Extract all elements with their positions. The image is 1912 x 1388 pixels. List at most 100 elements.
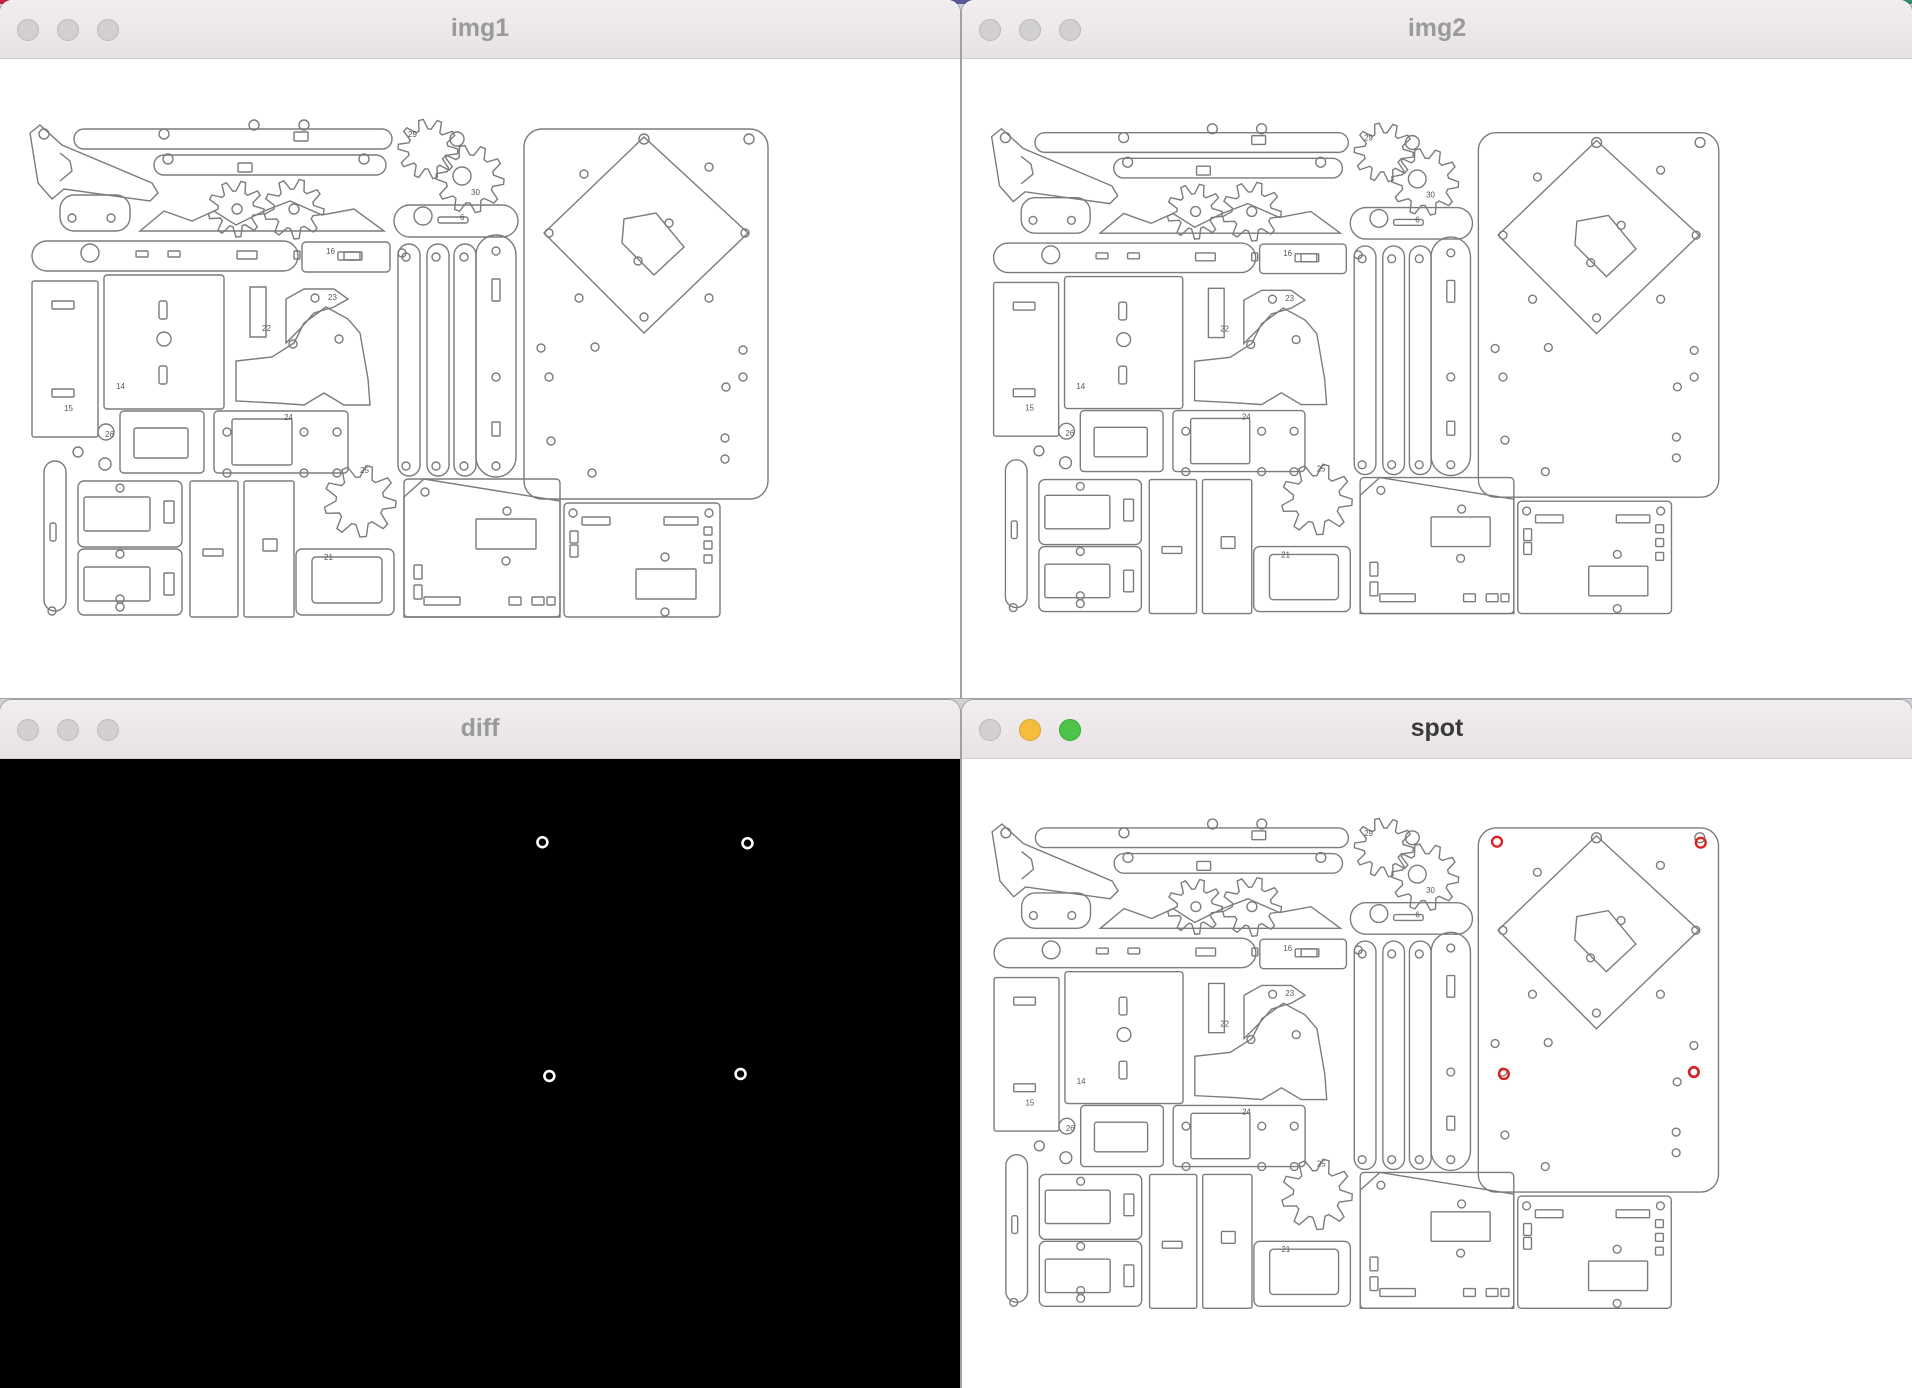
- part-slot: [1195, 165, 1212, 176]
- part-slot: [1013, 1083, 1037, 1093]
- part-slot: [1523, 541, 1533, 556]
- gear-outline: [1353, 122, 1415, 183]
- mount-hole: [1000, 827, 1012, 839]
- part-slot: [1517, 1195, 1672, 1309]
- part-slot: [167, 250, 181, 258]
- part-slot: [546, 596, 556, 606]
- part-slot: [311, 556, 383, 604]
- mount-hole: [720, 433, 730, 443]
- part-slot: [703, 554, 713, 564]
- part-slot: [1038, 478, 1143, 546]
- mount-hole: [420, 487, 430, 497]
- mount-hole: [704, 293, 714, 303]
- part-slot: [1379, 593, 1416, 603]
- window-diff[interactable]: diff: [0, 700, 960, 1388]
- diff-mask: [536, 835, 754, 1083]
- window-spot[interactable]: spot 29 30 6 16 22 23 14 15 24 25 21 26: [962, 700, 1912, 1388]
- titlebar[interactable]: img1: [0, 0, 960, 59]
- part-slot: [1020, 892, 1092, 930]
- mount-hole: [502, 506, 512, 516]
- mount-hole: [1291, 1030, 1301, 1040]
- diff-image-view: [0, 759, 960, 1388]
- mount-hole: [743, 133, 755, 145]
- window-img2[interactable]: img2 29 30 6 16 22 23 14 15 24 25 21 26: [962, 0, 1912, 698]
- mount-hole: [1527, 294, 1538, 304]
- mount-hole: [1540, 466, 1551, 477]
- part-slot: [1462, 1287, 1477, 1298]
- mount-hole: [1590, 832, 1603, 844]
- part-slot: [397, 243, 421, 477]
- part-number-label: 29: [408, 130, 417, 139]
- part-slot: [1408, 245, 1432, 476]
- part-slot: [1615, 1209, 1651, 1219]
- mount-hole: [1118, 827, 1130, 839]
- mount-hole: [574, 293, 584, 303]
- mount-hole: [638, 133, 650, 145]
- mount-hole: [491, 461, 501, 471]
- mount-hole: [452, 166, 472, 186]
- part-slot: [491, 421, 501, 437]
- part-slot: [1038, 1240, 1143, 1307]
- part-slot: [1202, 1173, 1253, 1309]
- mount-hole: [660, 552, 670, 562]
- mount-hole: [401, 461, 411, 471]
- part-number-label: 16: [1283, 249, 1292, 258]
- part-number-label: 23: [1285, 294, 1294, 303]
- mount-hole: [1591, 313, 1602, 323]
- mount-hole: [738, 345, 748, 355]
- mount-hole: [1527, 989, 1538, 999]
- part-number-label: 29: [1364, 829, 1373, 838]
- mount-hole: [1543, 1037, 1553, 1048]
- part-slot: [1654, 1218, 1665, 1229]
- mount-hole: [664, 218, 674, 228]
- mount-hole: [1369, 904, 1389, 924]
- mount-hole: [288, 203, 300, 215]
- part-slot: [426, 243, 450, 477]
- part-slot: [1485, 593, 1499, 603]
- part-slot: [1485, 1287, 1499, 1298]
- part-number-label: 26: [105, 430, 114, 439]
- mount-hole: [1267, 294, 1278, 304]
- gear-outline: [1166, 183, 1223, 240]
- mount-hole: [704, 162, 714, 172]
- part-slot: [1654, 1246, 1665, 1256]
- part-slot: [51, 300, 75, 310]
- titlebar[interactable]: spot: [962, 700, 1912, 759]
- mount-hole: [1591, 1008, 1602, 1018]
- part-slot: [236, 250, 258, 260]
- mount-hole: [459, 461, 469, 471]
- part-outline: [990, 127, 1119, 205]
- mount-hole: [1656, 165, 1666, 175]
- part-number-label: 15: [1025, 404, 1034, 413]
- part-slot: [1654, 1232, 1665, 1243]
- window-img1[interactable]: img1 29 30 6 16 22 23 14 15 24 25 21 26: [0, 0, 960, 698]
- part-slot: [1195, 947, 1217, 957]
- part-slot: [1004, 459, 1028, 609]
- titlebar[interactable]: img2: [962, 0, 1912, 59]
- part-slot: [581, 516, 611, 526]
- part-number-label: 30: [1426, 191, 1435, 200]
- mount-hole: [639, 312, 649, 322]
- part-slot: [77, 548, 183, 616]
- part-slot: [1044, 494, 1111, 530]
- part-slot: [1382, 245, 1406, 476]
- mount-hole: [1267, 989, 1278, 999]
- mount-hole: [431, 252, 441, 262]
- part-number-label: 26: [1066, 429, 1075, 438]
- mount-hole: [299, 427, 309, 437]
- image-view: 29 30 6 16 22 23 14 15 24 25 21 26: [962, 759, 1912, 1388]
- mount-hole: [1498, 925, 1508, 935]
- part-slot: [635, 568, 697, 600]
- mount-hole: [1190, 901, 1202, 913]
- part-slot: [1534, 514, 1564, 524]
- titlebar[interactable]: diff: [0, 700, 960, 759]
- part-slot: [453, 243, 477, 477]
- part-slot: [703, 526, 713, 536]
- mount-hole: [1414, 949, 1424, 959]
- mount-hole: [1456, 553, 1466, 563]
- mount-hole: [1590, 136, 1603, 149]
- part-slot: [295, 548, 395, 616]
- part-slot: [413, 564, 423, 580]
- part-slot: [1113, 157, 1344, 179]
- mount-hole: [1672, 1077, 1682, 1087]
